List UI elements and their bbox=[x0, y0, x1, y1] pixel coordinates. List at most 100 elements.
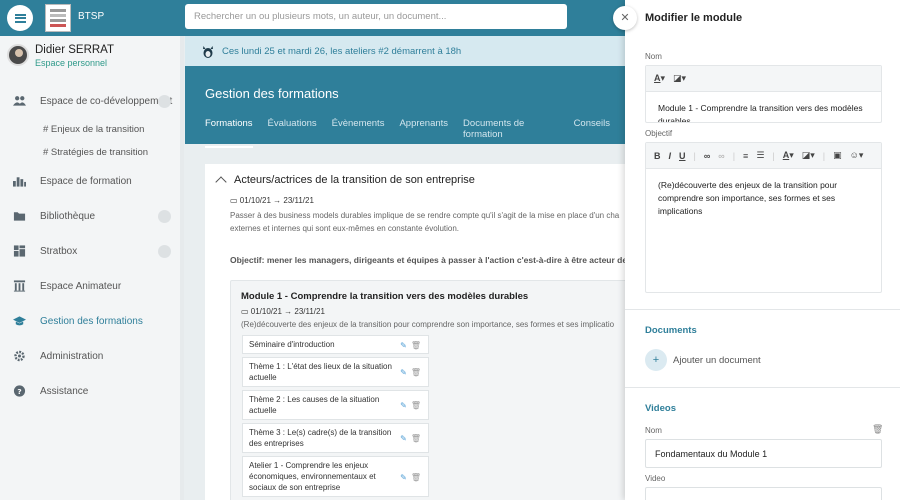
trash-icon[interactable]: 🗑 bbox=[872, 424, 883, 435]
sidebar-item-co-development[interactable]: Espace de co-développement bbox=[0, 87, 184, 115]
theme-label: Thème 1 : L'état des lieux de la situati… bbox=[249, 362, 392, 382]
nom-text[interactable]: Module 1 - Comprendre la transition vers… bbox=[646, 92, 881, 122]
module-dates: ▭ 01/10/21 → 23/11/21 bbox=[241, 307, 325, 316]
trash-icon[interactable]: 🗑 bbox=[411, 340, 421, 351]
sidebar-item-library[interactable]: Bibliothèque bbox=[0, 202, 184, 230]
list-item[interactable]: Thème 3 : Le(s) cadre(s) de la transitio… bbox=[242, 423, 429, 453]
sidebar-subitem-enjeux[interactable]: # Enjeux de la transition bbox=[43, 124, 144, 135]
divider bbox=[625, 387, 900, 388]
toolbar-separator: | bbox=[822, 150, 826, 161]
emoji-icon[interactable]: ☺▾ bbox=[850, 150, 864, 161]
menu-button[interactable] bbox=[7, 5, 33, 31]
objectif-text[interactable]: (Re)découverte des enjeux de la transiti… bbox=[646, 169, 881, 228]
nom-editor[interactable]: A▾ ◪▾ Module 1 - Comprendre la transitio… bbox=[645, 65, 882, 123]
search-input[interactable]: Rechercher un ou plusieurs mots, un aute… bbox=[185, 4, 567, 29]
trash-icon[interactable]: 🗑 bbox=[411, 400, 421, 411]
close-button[interactable]: ✕ bbox=[613, 6, 637, 30]
panel-title: Modifier le module bbox=[645, 12, 743, 24]
underline-icon[interactable]: U bbox=[679, 151, 686, 161]
edit-icon[interactable]: ✎ bbox=[400, 472, 407, 483]
video-name-input[interactable]: Fondamentaux du Module 1 bbox=[645, 439, 882, 468]
highlight-icon[interactable]: ◪▾ bbox=[673, 73, 686, 84]
notification-badge bbox=[158, 210, 171, 223]
sidebar-item-stratbox[interactable]: Stratbox bbox=[0, 237, 184, 265]
trash-icon[interactable]: 🗑 bbox=[411, 472, 421, 483]
edit-icon[interactable]: ✎ bbox=[400, 433, 407, 444]
list-item[interactable]: Thème 2 : Les causes de la situation act… bbox=[242, 390, 429, 420]
grid-icon bbox=[13, 245, 26, 257]
italic-icon[interactable]: I bbox=[669, 151, 672, 161]
course-description: Passer à des business models durables im… bbox=[230, 211, 620, 233]
sidebar-item-animator-space[interactable]: Espace Animateur bbox=[0, 272, 184, 300]
editor-toolbar: A▾ ◪▾ bbox=[646, 66, 881, 92]
sidebar-subitem-strategies[interactable]: # Stratégies de transition bbox=[43, 147, 148, 158]
app-name: BTSP bbox=[78, 11, 105, 22]
video-nom-label: Nom bbox=[645, 426, 662, 435]
personal-space-link[interactable]: Espace personnel bbox=[35, 58, 114, 68]
video-label: Video bbox=[645, 474, 666, 483]
avatar bbox=[7, 44, 29, 66]
course-dates-text: 01/10/21 → 23/11/21 bbox=[239, 196, 314, 205]
tab-documents[interactable]: Documents de formation bbox=[463, 118, 559, 148]
add-document-label: Ajouter un document bbox=[673, 354, 761, 366]
edit-icon[interactable]: ✎ bbox=[400, 367, 407, 378]
video-input[interactable] bbox=[645, 487, 882, 500]
text-color-icon[interactable]: A▾ bbox=[783, 150, 794, 161]
tab-conseils[interactable]: Conseils bbox=[574, 118, 610, 148]
edit-icon[interactable]: ✎ bbox=[400, 400, 407, 411]
tab-evenements[interactable]: Évènements bbox=[332, 118, 385, 148]
list-item[interactable]: Séminaire d'introduction ✎ 🗑 bbox=[242, 335, 429, 354]
page-header: Gestion des formations Formations Évalua… bbox=[185, 66, 625, 148]
objectif-editor[interactable]: B I U | ∞ ∞ | ≡ ☰ | A▾ ◪▾ | ▣ ☺▾ (Re)déc… bbox=[645, 142, 882, 293]
sidebar-item-training-management[interactable]: Gestion des formations bbox=[0, 307, 184, 335]
tab-evaluations[interactable]: Évaluations bbox=[268, 118, 317, 148]
trash-icon[interactable]: 🗑 bbox=[411, 433, 421, 444]
notification-badge bbox=[158, 95, 171, 108]
graduation-cap-icon bbox=[13, 316, 26, 326]
add-document-button[interactable]: + Ajouter un document bbox=[645, 349, 761, 371]
tab-formations[interactable]: Formations bbox=[205, 118, 253, 148]
ordered-list-icon[interactable]: ≡ bbox=[743, 151, 748, 161]
tab-apprenants[interactable]: Apprenants bbox=[399, 118, 448, 148]
module-card[interactable]: Module 1 - Comprendre la transition vers… bbox=[230, 280, 625, 500]
calendar-icon: ▭ bbox=[241, 307, 251, 316]
theme-label: Thème 3 : Le(s) cadre(s) de la transitio… bbox=[249, 428, 392, 448]
course-header[interactable]: Acteurs/actrices de la transition de son… bbox=[214, 174, 475, 188]
image-icon[interactable]: ▣ bbox=[833, 150, 842, 161]
documents-title: Documents bbox=[645, 325, 697, 336]
folder-icon bbox=[13, 212, 26, 221]
editor-toolbar: B I U | ∞ ∞ | ≡ ☰ | A▾ ◪▾ | ▣ ☺▾ bbox=[646, 143, 881, 169]
announcement-text: Ces lundi 25 et mardi 26, les ateliers #… bbox=[222, 46, 462, 57]
user-profile[interactable]: Didier SERRAT Espace personnel bbox=[7, 44, 114, 68]
sidebar-item-training-space[interactable]: Espace de formation bbox=[0, 167, 184, 195]
sidebar-item-administration[interactable]: Administration bbox=[0, 342, 184, 370]
text-color-icon[interactable]: A▾ bbox=[654, 73, 665, 84]
hamburger-icon bbox=[14, 13, 26, 23]
chart-icon bbox=[13, 177, 26, 187]
tab-bar: Formations Évaluations Évènements Appren… bbox=[205, 118, 625, 148]
module-dates-text: 01/10/21 → 23/11/21 bbox=[250, 307, 325, 316]
chevron-up-icon[interactable] bbox=[215, 175, 227, 188]
link-icon[interactable]: ∞ bbox=[704, 151, 710, 161]
trash-icon[interactable]: 🗑 bbox=[411, 367, 421, 378]
sidebar-scrollbar[interactable] bbox=[180, 36, 184, 500]
bold-icon[interactable]: B bbox=[654, 151, 661, 161]
course-title: Acteurs/actrices de la transition de son… bbox=[234, 174, 475, 186]
mascot-icon bbox=[203, 46, 213, 58]
notification-badge bbox=[158, 245, 171, 258]
highlight-icon[interactable]: ◪▾ bbox=[802, 150, 815, 161]
announcement-banner: Ces lundi 25 et mardi 26, les ateliers #… bbox=[185, 36, 625, 66]
list-item[interactable]: Atelier 1 - Comprendre les enjeux économ… bbox=[242, 456, 429, 497]
unlink-icon[interactable]: ∞ bbox=[718, 151, 724, 161]
course-dates: ▭ 01/10/21 → 23/11/21 bbox=[230, 196, 314, 205]
list-item[interactable]: Thème 1 : L'état des lieux de la situati… bbox=[242, 357, 429, 387]
module-title: Module 1 - Comprendre la transition vers… bbox=[241, 291, 529, 302]
app-logo[interactable] bbox=[45, 4, 71, 32]
module-description: (Re)découverte des enjeux de la transiti… bbox=[241, 320, 615, 329]
bullet-list-icon[interactable]: ☰ bbox=[756, 150, 764, 161]
sidebar-item-label: Bibliothèque bbox=[40, 211, 96, 222]
toolbar-separator: | bbox=[693, 150, 696, 161]
edit-icon[interactable]: ✎ bbox=[400, 340, 407, 351]
sidebar-item-assistance[interactable]: ? Assistance bbox=[0, 377, 184, 405]
close-icon: ✕ bbox=[620, 12, 630, 24]
